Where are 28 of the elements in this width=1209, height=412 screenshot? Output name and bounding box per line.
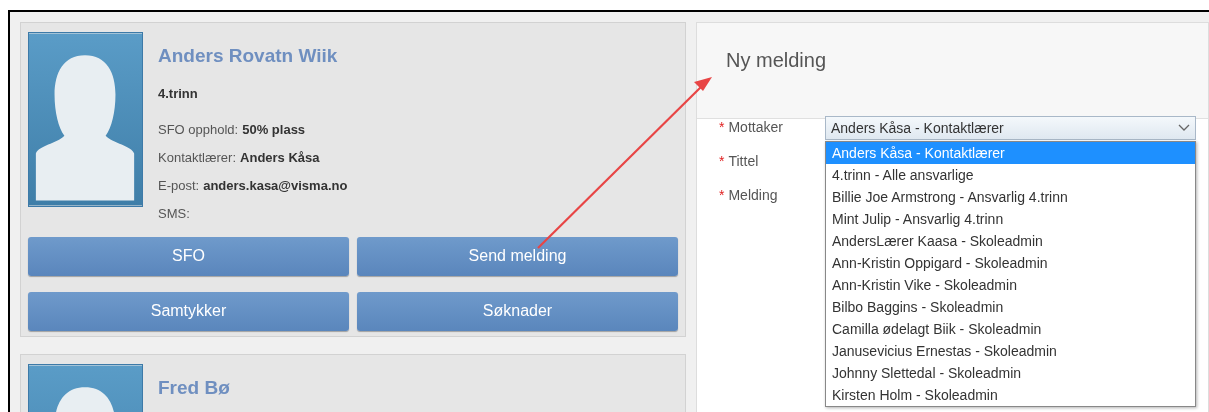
grade-text: 4.trinn [158,85,199,103]
dropdown-option[interactable]: 4.trinn - Alle ansvarlige [826,164,1195,186]
dropdown-option[interactable]: Billie Joe Armstrong - Ansvarlig 4.trinn [826,186,1195,208]
panel-title: Ny melding [726,48,827,73]
required-mark: * [719,118,725,137]
required-mark: * [719,186,725,205]
field-label: E-post: [158,177,200,194]
field-value: 50% plass [242,121,306,138]
form-label: Mottaker [728,118,783,137]
field-label: SMS: [158,205,190,222]
dropdown-option[interactable]: Ann-Kristin Oppigard - Skoleadmin [826,252,1195,274]
dropdown-option[interactable]: Mint Julip - Ansvarlig 4.trinn [826,208,1195,230]
dropdown-option[interactable]: Johnny Slettedal - Skoleadmin [826,362,1195,384]
dropdown-option[interactable]: Camilla ødelagt Biik - Skoleadmin [826,318,1195,340]
field-value: Anders Kåsa [240,149,320,166]
form-label: Melding [728,186,778,205]
field-value: anders.kasa@visma.no [203,177,348,194]
dropdown-option[interactable]: Ann-Kristin Vike - Skoleadmin [826,274,1195,296]
dropdown-option[interactable]: Janusevicius Ernestas - Skoleadmin [826,340,1195,362]
required-mark: * [719,152,725,171]
form-label: Tittel [728,152,759,171]
dropdown-option[interactable]: Bilbo Baggins - Skoleadmin [826,296,1195,318]
recipient-select[interactable]: Anders Kåsa - Kontaktlærer [825,116,1196,140]
dropdown-option[interactable]: Kirsten Holm - Skoleadmin [826,384,1195,406]
dropdown-option[interactable]: AndersLærer Kaasa - Skoleadmin [826,230,1195,252]
field-label: Kontaktlærer: [158,149,237,166]
chevron-down-icon [1178,124,1190,132]
field-label: SFO opphold: [158,121,239,138]
